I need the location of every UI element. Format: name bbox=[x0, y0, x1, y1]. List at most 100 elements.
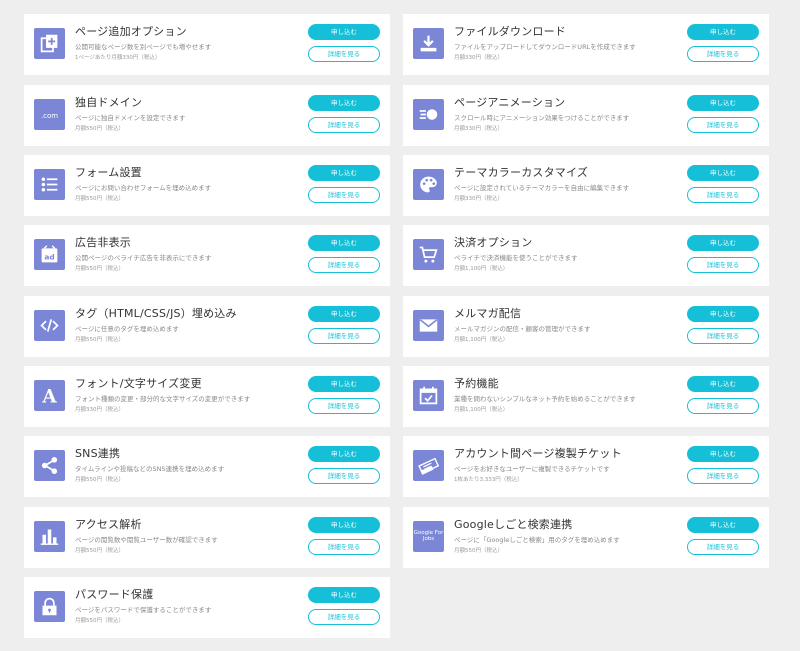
apply-button[interactable]: 申し込む bbox=[687, 446, 759, 462]
view-details-button[interactable]: 詳細を見る bbox=[308, 257, 380, 273]
option-title: ページアニメーション bbox=[454, 96, 566, 109]
option-price: 月額550円（税込） bbox=[75, 196, 124, 202]
option-card: ad 広告非表示 公開ページのペライチ広告を非表示にできます 月額550円（税込） 申し… bbox=[24, 225, 390, 286]
apply-button[interactable]: 申し込む bbox=[308, 446, 380, 462]
option-price: 月額1,100円（税込） bbox=[454, 407, 509, 413]
option-title: フォント/文字サイズ変更 bbox=[75, 377, 202, 390]
view-details-button[interactable]: 詳細を見る bbox=[687, 328, 759, 344]
add-page-icon bbox=[34, 28, 65, 59]
apply-button[interactable]: 申し込む bbox=[308, 95, 380, 111]
option-card: メルマガ配信メールマガジンの配信・顧客の管理ができます 月額1,100円（税込） 申… bbox=[403, 296, 769, 357]
option-card: SNS連携タイムラインや投稿などのSNS連携を埋め込めます 月額550円（税込） 申… bbox=[24, 436, 390, 497]
option-card: 予約機能業種を問わないシンプルなネット予約を始めることができます 月額1,100円… bbox=[403, 366, 769, 427]
palette-icon bbox=[413, 169, 444, 200]
option-title: アクセス解析 bbox=[75, 518, 142, 531]
option-description: ページに任意のタグを埋め込めます bbox=[75, 325, 179, 333]
option-price: 月額330円（税込） bbox=[454, 55, 503, 61]
animation-icon bbox=[413, 99, 444, 130]
option-description: メールマガジンの配信・顧客の管理ができます bbox=[454, 325, 591, 333]
option-card: 決済オプション ペライチで決済機能を使うことができます 月額1,100円（税込） 申し… bbox=[403, 225, 769, 286]
apply-button[interactable]: 申し込む bbox=[308, 376, 380, 392]
option-price: 1ページあたり月額330円（税込） bbox=[75, 55, 161, 61]
option-title: メルマガ配信 bbox=[454, 307, 522, 320]
view-details-button[interactable]: 詳細を見る bbox=[308, 539, 380, 555]
svg-text:.com: .com bbox=[41, 112, 58, 120]
view-details-button[interactable]: 詳細を見る bbox=[308, 468, 380, 484]
option-description: ページに設定されているテーマカラーを自由に編集できます bbox=[454, 184, 630, 192]
calendar-check-icon bbox=[413, 380, 444, 411]
option-description: ページをパスワードで保護することができます bbox=[75, 606, 212, 614]
option-description: フォント種類の変更・部分的な文字サイズの変更ができます bbox=[75, 395, 251, 403]
apply-button[interactable]: 申し込む bbox=[308, 165, 380, 181]
apply-button[interactable]: 申し込む bbox=[687, 306, 759, 322]
apply-button[interactable]: 申し込む bbox=[308, 517, 380, 533]
view-details-button[interactable]: 詳細を見る bbox=[308, 609, 380, 625]
option-description: ページに「Googleしごと検索」用のタグを埋め込めます bbox=[454, 536, 620, 544]
apply-button[interactable]: 申し込む bbox=[687, 95, 759, 111]
view-details-button[interactable]: 詳細を見る bbox=[687, 398, 759, 414]
option-price: 月額550円（税込） bbox=[75, 126, 124, 132]
option-card: フォーム設置 ページにお問い合わせフォームを埋め込めます 月額550円（税込） 申し込… bbox=[24, 155, 390, 216]
option-price: 1枚あたり3,333円（税込） bbox=[454, 477, 523, 483]
google-for-jobs-icon-text: Google For Jobs bbox=[413, 529, 444, 542]
option-card: テーマカラーカスタマイズページに設定されているテーマカラーを自由に編集できます月… bbox=[403, 155, 769, 216]
apply-button[interactable]: 申し込む bbox=[687, 165, 759, 181]
option-title: SNS連携 bbox=[75, 447, 121, 460]
option-card: ページアニメーションスクロール時にアニメーション効果をつけることができます 月額3… bbox=[403, 85, 769, 146]
apply-button[interactable]: 申し込む bbox=[687, 376, 759, 392]
option-description: ページをお好きなユーザーに複製できるチケットです bbox=[454, 465, 610, 473]
option-price: 月額550円（税込） bbox=[75, 337, 124, 343]
apply-button[interactable]: 申し込む bbox=[687, 235, 759, 251]
option-title: アカウント間ページ複製チケット bbox=[454, 447, 622, 460]
lock-icon bbox=[34, 591, 65, 622]
view-details-button[interactable]: 詳細を見る bbox=[308, 117, 380, 133]
view-details-button[interactable]: 詳細を見る bbox=[687, 468, 759, 484]
option-description: ページに独自ドメインを設定できます bbox=[75, 114, 186, 122]
svg-text:ad: ad bbox=[44, 252, 54, 261]
option-title: ファイルダウンロード bbox=[454, 25, 566, 38]
view-details-button[interactable]: 詳細を見る bbox=[687, 117, 759, 133]
apply-button[interactable]: 申し込む bbox=[308, 235, 380, 251]
apply-button[interactable]: 申し込む bbox=[687, 517, 759, 533]
option-description: 業種を問わないシンプルなネット予約を始めることができます bbox=[454, 395, 636, 403]
apply-button[interactable]: 申し込む bbox=[308, 306, 380, 322]
option-card: ページ追加オプション 公開可能なページ数を別ページでも増やせます 1ページあたり月額… bbox=[24, 14, 390, 75]
option-description: タイムラインや投稿などのSNS連携を埋め込めます bbox=[75, 465, 225, 473]
google-for-jobs-icon: Google For Jobs bbox=[413, 521, 444, 552]
view-details-button[interactable]: 詳細を見る bbox=[308, 46, 380, 62]
view-details-button[interactable]: 詳細を見る bbox=[687, 539, 759, 555]
option-description: 公開ページのペライチ広告を非表示にできます bbox=[75, 254, 212, 262]
mail-icon bbox=[413, 310, 444, 341]
option-price: 月額1,100円（税込） bbox=[454, 337, 509, 343]
option-price: 月額330円（税込） bbox=[75, 407, 124, 413]
bar-chart-icon bbox=[34, 521, 65, 552]
option-description: ペライチで決済機能を使うことができます bbox=[454, 254, 578, 262]
apply-button[interactable]: 申し込む bbox=[308, 587, 380, 603]
option-title: 予約機能 bbox=[454, 377, 499, 390]
option-card: ファイルダウンロードファイルをアップロードしてダウンロードURLを作成できます月… bbox=[403, 14, 769, 75]
view-details-button[interactable]: 詳細を見る bbox=[687, 257, 759, 273]
option-price: 月額550円（税込） bbox=[75, 618, 124, 624]
apply-button[interactable]: 申し込む bbox=[308, 24, 380, 40]
view-details-button[interactable]: 詳細を見る bbox=[308, 328, 380, 344]
download-icon bbox=[413, 28, 444, 59]
option-description: ファイルをアップロードしてダウンロードURLを作成できます bbox=[454, 43, 636, 51]
apply-button[interactable]: 申し込む bbox=[687, 24, 759, 40]
option-title: 独自ドメイン bbox=[75, 96, 143, 109]
option-description: スクロール時にアニメーション効果をつけることができます bbox=[454, 114, 630, 122]
view-details-button[interactable]: 詳細を見る bbox=[687, 46, 759, 62]
option-price: 月額330円（税込） bbox=[454, 196, 503, 202]
option-card: .com 独自ドメインページに独自ドメインを設定できます 月額550円（税込） 申し込… bbox=[24, 85, 390, 146]
option-description: ページにお問い合わせフォームを埋め込めます bbox=[75, 184, 212, 192]
view-details-button[interactable]: 詳細を見る bbox=[308, 187, 380, 203]
view-details-button[interactable]: 詳細を見る bbox=[687, 187, 759, 203]
option-card: アカウント間ページ複製チケットページをお好きなユーザーに複製できるチケットです 1… bbox=[403, 436, 769, 497]
font-icon: A bbox=[34, 380, 65, 411]
svg-text:A: A bbox=[41, 387, 57, 407]
option-title: テーマカラーカスタマイズ bbox=[454, 166, 589, 179]
option-price: 月額550円（税込） bbox=[75, 477, 124, 483]
option-card: A フォント/文字サイズ変更フォント種類の変更・部分的な文字サイズの変更ができます… bbox=[24, 366, 390, 427]
option-price: 月額1,100円（税込） bbox=[454, 266, 509, 272]
view-details-button[interactable]: 詳細を見る bbox=[308, 398, 380, 414]
option-price: 月額330円（税込） bbox=[454, 126, 503, 132]
